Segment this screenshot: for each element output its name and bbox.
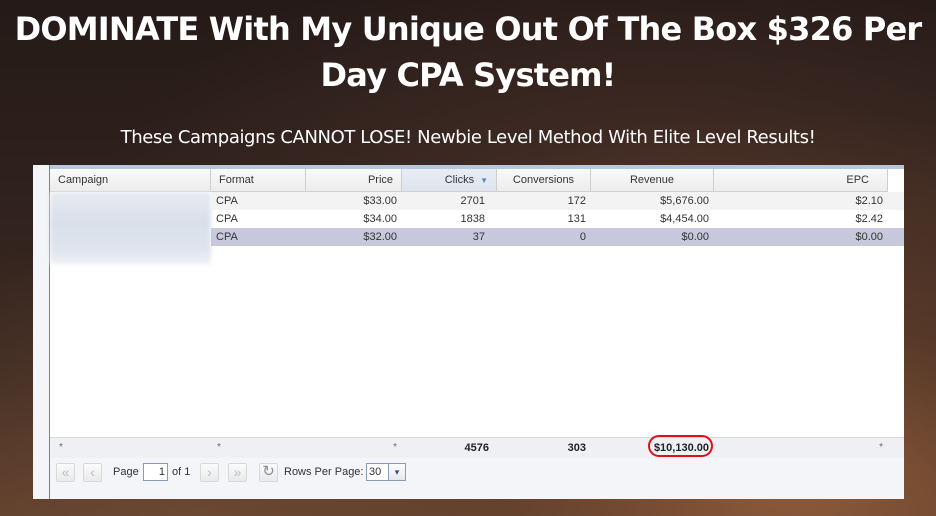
double-chevron-right-icon: » — [233, 464, 242, 480]
column-header-label: Conversions — [512, 174, 575, 186]
column-header-label: Campaign — [58, 174, 109, 186]
total-campaign: * — [59, 442, 63, 453]
column-header-clicks[interactable]: Clicks ▼ — [402, 169, 497, 191]
cell-price: $33.00 — [363, 195, 397, 207]
page-count-label: of 1 — [172, 466, 191, 478]
previous-page-button[interactable]: ‹ — [83, 463, 102, 482]
first-page-button[interactable]: « — [56, 463, 75, 482]
column-header-format[interactable]: Format — [211, 169, 306, 191]
column-header-price[interactable]: Price — [306, 169, 402, 191]
cell-revenue: $4,454.00 — [660, 213, 709, 225]
grid-header: Campaign Format Price Clicks ▼ Conversion… — [50, 169, 888, 192]
column-header-label: Format — [219, 174, 254, 186]
column-header-conversions[interactable]: Conversions — [497, 169, 591, 191]
cell-price: $32.00 — [363, 231, 397, 243]
sort-descending-icon: ▼ — [480, 176, 488, 185]
cell-epc: $2.42 — [855, 213, 883, 225]
headline-line-1: DOMINATE With My Unique Out Of The Box $… — [14, 10, 923, 48]
total-price: * — [393, 442, 397, 453]
chevron-left-icon: ‹ — [90, 464, 95, 480]
cell-clicks: 2701 — [460, 195, 485, 207]
cell-revenue: $0.00 — [681, 231, 709, 243]
cell-epc: $0.00 — [855, 231, 883, 243]
pagination-bar: « ‹ Page 1 of 1 › » ↻ Rows Per Page: 30 … — [50, 458, 904, 499]
column-header-label: EPC — [846, 174, 869, 186]
column-header-campaign[interactable]: Campaign — [50, 169, 211, 191]
cell-conversions: 131 — [567, 213, 586, 225]
cell-conversions: 0 — [579, 231, 586, 243]
column-header-epc[interactable]: EPC — [714, 169, 888, 191]
headline: DOMINATE With My Unique Out Of The Box $… — [0, 6, 936, 98]
total-clicks: 4576 — [464, 442, 489, 454]
headline-line-2: Day CPA System! — [320, 56, 617, 94]
refresh-button[interactable]: ↻ — [259, 463, 278, 482]
cell-format: CPA — [216, 213, 238, 225]
cell-conversions: 172 — [567, 195, 586, 207]
total-conversions: 303 — [567, 442, 586, 454]
chevron-down-icon[interactable]: ▾ — [388, 463, 406, 481]
page-label: Page — [113, 466, 139, 478]
table-row[interactable]: CPA $33.00 2701 172 $5,676.00 $2.10 — [211, 192, 904, 210]
column-header-label: Clicks — [444, 174, 475, 186]
cell-epc: $2.10 — [855, 195, 883, 207]
cell-clicks: 37 — [472, 231, 485, 243]
subheadline: These Campaigns CANNOT LOSE! Newbie Leve… — [120, 127, 816, 148]
cell-revenue: $5,676.00 — [660, 195, 709, 207]
double-chevron-left-icon: « — [61, 464, 70, 480]
column-header-label: Revenue — [629, 174, 675, 186]
campaign-names-redacted — [50, 192, 211, 264]
page-number-input[interactable]: 1 — [143, 463, 168, 481]
cell-format: CPA — [216, 231, 238, 243]
last-page-button[interactable]: » — [228, 463, 247, 482]
cell-clicks: 1838 — [460, 213, 485, 225]
column-header-revenue[interactable]: Revenue — [591, 169, 714, 191]
next-page-button[interactable]: › — [200, 463, 219, 482]
rows-per-page-label: Rows Per Page: — [284, 466, 364, 478]
cell-format: CPA — [216, 195, 238, 207]
table-row-selected[interactable]: CPA $32.00 37 0 $0.00 $0.00 — [211, 228, 904, 246]
chevron-right-icon: › — [207, 464, 212, 480]
total-format: * — [217, 442, 221, 453]
revenue-highlight-circle — [648, 435, 713, 457]
campaign-grid: Campaign Format Price Clicks ▼ Conversion… — [49, 165, 904, 499]
totals-row: * * * 4576 303 $10,130.00 * — [50, 435, 904, 459]
cell-price: $34.00 — [363, 213, 397, 225]
total-epc: * — [879, 442, 883, 453]
rows-per-page-value: 30 — [369, 466, 382, 478]
table-row[interactable]: CPA $34.00 1838 131 $4,454.00 $2.42 — [211, 210, 904, 228]
rows-per-page-select[interactable]: 30 ▾ — [366, 463, 406, 481]
column-header-label: Price — [367, 174, 393, 186]
refresh-icon: ↻ — [262, 463, 275, 480]
